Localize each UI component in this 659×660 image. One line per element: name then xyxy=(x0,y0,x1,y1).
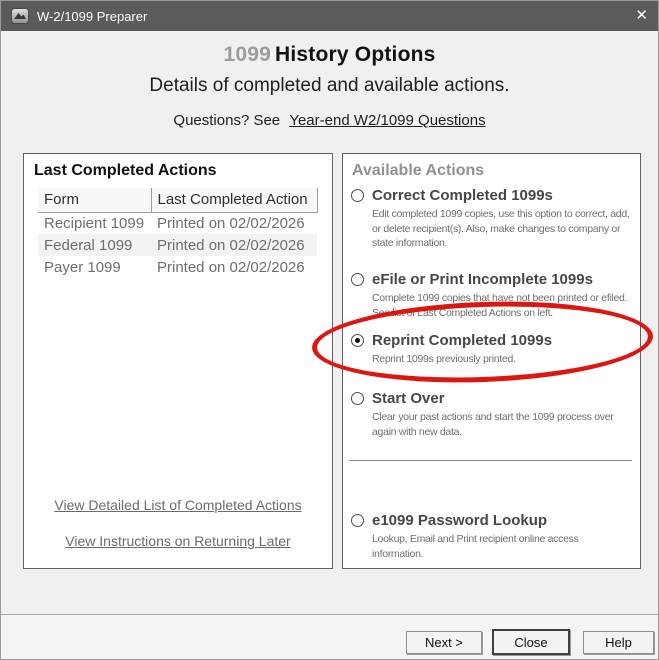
action-cell: Printed on 02/02/2026 xyxy=(151,256,317,278)
page-title: 1099History Options xyxy=(1,43,658,67)
option-description: Complete 1099 copies that have not been … xyxy=(372,291,632,320)
option-label[interactable]: Reprint Completed 1099s xyxy=(372,332,552,349)
option-label[interactable]: eFile or Print Incomplete 1099s xyxy=(372,271,593,288)
option-description: Clear your past actions and start the 10… xyxy=(372,410,632,439)
completed-actions-table: Form Last Completed Action Recipient 109… xyxy=(38,188,318,278)
view-instructions-link[interactable]: View Instructions on Returning Later xyxy=(24,533,332,549)
option-label[interactable]: e1099 Password Lookup xyxy=(372,512,547,529)
table-row: Federal 1099 Printed on 02/02/2026 xyxy=(38,234,317,256)
radio-icon[interactable] xyxy=(351,392,364,405)
action-cell: Printed on 02/02/2026 xyxy=(151,234,317,256)
form-cell: Recipient 1099 xyxy=(38,212,151,234)
available-actions-panel: Available Actions Correct Completed 1099… xyxy=(342,153,641,569)
table-header-row: Form Last Completed Action xyxy=(38,188,317,212)
option-label[interactable]: Correct Completed 1099s xyxy=(372,187,553,204)
app-logo-icon xyxy=(11,7,29,25)
option-e1099-password-lookup: e1099 Password Lookup Lookup, Email and … xyxy=(351,512,632,561)
table-row: Payer 1099 Printed on 02/02/2026 xyxy=(38,256,317,278)
view-detailed-list-link[interactable]: View Detailed List of Completed Actions xyxy=(24,497,332,513)
dialog-window: W-2/1099 Preparer ✕ 1099History Options … xyxy=(0,0,659,660)
left-panel-heading: Last Completed Actions xyxy=(34,162,217,180)
radio-icon[interactable] xyxy=(351,334,364,347)
column-header-action: Last Completed Action xyxy=(151,188,317,212)
last-completed-actions-panel: Last Completed Actions Form Last Complet… xyxy=(23,153,333,569)
option-reprint-completed: Reprint Completed 1099s Reprint 1099s pr… xyxy=(351,332,632,367)
section-divider xyxy=(349,460,632,461)
page-subtitle: Details of completed and available actio… xyxy=(1,75,658,97)
radio-icon[interactable] xyxy=(351,273,364,286)
help-button[interactable]: Help xyxy=(583,631,654,654)
close-icon[interactable]: ✕ xyxy=(620,1,648,31)
action-cell: Printed on 02/02/2026 xyxy=(151,212,317,234)
page-title-main: History Options xyxy=(275,43,436,66)
option-efile-print-incomplete: eFile or Print Incomplete 1099s Complete… xyxy=(351,271,632,320)
radio-icon[interactable] xyxy=(351,514,364,527)
form-cell: Payer 1099 xyxy=(38,256,151,278)
questions-prefix: Questions? See xyxy=(173,112,280,129)
titlebar: W-2/1099 Preparer ✕ xyxy=(1,1,658,31)
next-button[interactable]: Next > xyxy=(406,631,482,654)
option-correct-completed: Correct Completed 1099s Edit completed 1… xyxy=(351,187,632,251)
option-description: Lookup, Email and Print recipient online… xyxy=(372,532,632,561)
window-title: W-2/1099 Preparer xyxy=(37,9,147,24)
option-description: Reprint 1099s previously printed. xyxy=(372,352,632,367)
radio-icon[interactable] xyxy=(351,189,364,202)
page-title-prefix: 1099 xyxy=(223,43,271,66)
table-row: Recipient 1099 Printed on 02/02/2026 xyxy=(38,212,317,234)
option-start-over: Start Over Clear your past actions and s… xyxy=(351,390,632,439)
option-label[interactable]: Start Over xyxy=(372,390,445,407)
column-header-form: Form xyxy=(38,188,151,212)
questions-link[interactable]: Year-end W2/1099 Questions xyxy=(289,112,485,129)
form-cell: Federal 1099 xyxy=(38,234,151,256)
close-button[interactable]: Close xyxy=(492,629,570,655)
right-panel-heading: Available Actions xyxy=(352,162,484,180)
option-description: Edit completed 1099 copies, use this opt… xyxy=(372,207,632,251)
questions-line: Questions? See Year-end W2/1099 Question… xyxy=(1,112,658,129)
